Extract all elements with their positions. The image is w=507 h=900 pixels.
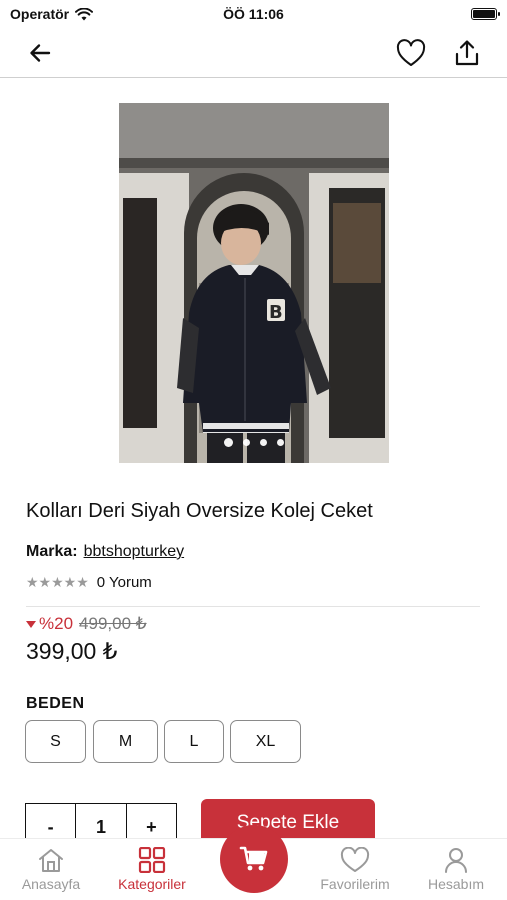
pager-dot[interactable] bbox=[243, 439, 250, 446]
tab-label: Kategoriler bbox=[118, 876, 186, 892]
rating-row[interactable]: ★★★★★ 0 Yorum bbox=[26, 574, 152, 591]
tab-label: Hesabım bbox=[427, 876, 485, 892]
status-bar: Operatör ÖÖ 11:06 bbox=[0, 0, 507, 28]
divider bbox=[26, 606, 480, 607]
review-count: 0 Yorum bbox=[96, 574, 152, 591]
tab-cart[interactable] bbox=[220, 825, 288, 893]
tab-label: Anasayfa bbox=[21, 876, 81, 892]
discount-row: %20 499,00 ₺ bbox=[26, 614, 147, 634]
product-photo: B bbox=[119, 103, 389, 463]
tab-favorites[interactable]: Favorilerim bbox=[305, 847, 405, 892]
discount-value: %20 bbox=[39, 614, 74, 633]
size-label: BEDEN bbox=[26, 695, 85, 712]
tab-account[interactable]: Hesabım bbox=[406, 847, 506, 892]
share-button[interactable] bbox=[451, 37, 483, 69]
size-option-xl[interactable]: XL bbox=[230, 720, 301, 763]
price: 399,00 ₺ bbox=[26, 638, 118, 664]
brand-link[interactable]: bbtshopturkey bbox=[84, 543, 185, 561]
star-rating-icon: ★★★★★ bbox=[26, 574, 89, 590]
heart-icon bbox=[340, 847, 370, 872]
old-price: 499,00 ₺ bbox=[79, 614, 147, 633]
tab-label: Favorilerim bbox=[320, 876, 390, 892]
svg-text:B: B bbox=[269, 302, 283, 323]
home-icon bbox=[39, 849, 63, 872]
pager-dot[interactable] bbox=[224, 438, 233, 447]
size-option-l[interactable]: L bbox=[164, 720, 224, 763]
brand-row: Marka: bbtshopturkey bbox=[26, 543, 184, 561]
tab-categories[interactable]: Kategoriler bbox=[102, 847, 202, 892]
battery-icon bbox=[471, 8, 500, 20]
heart-icon bbox=[396, 39, 426, 66]
grid-icon bbox=[138, 847, 166, 873]
user-icon bbox=[445, 848, 467, 873]
size-option-m[interactable]: M bbox=[93, 720, 158, 763]
share-icon bbox=[455, 40, 479, 66]
image-pager bbox=[119, 438, 389, 447]
pager-dot[interactable] bbox=[277, 439, 284, 446]
arrow-left-icon bbox=[30, 44, 51, 62]
pager-dot[interactable] bbox=[260, 439, 267, 446]
status-time: ÖÖ 11:06 bbox=[223, 6, 284, 22]
tab-home[interactable]: Anasayfa bbox=[1, 847, 101, 892]
nav-bar bbox=[0, 28, 507, 78]
favorite-button[interactable] bbox=[395, 37, 427, 69]
size-option-s[interactable]: S bbox=[25, 720, 86, 763]
tab-bar: Anasayfa Kategoriler Favorilerim Hesabım bbox=[0, 825, 507, 900]
back-button[interactable] bbox=[24, 37, 56, 69]
discount-badge: %20 bbox=[26, 614, 73, 634]
triangle-down-icon bbox=[26, 620, 36, 628]
product-title: Kolları Deri Siyah Oversize Kolej Ceket bbox=[26, 500, 373, 522]
product-image[interactable]: B bbox=[119, 103, 389, 463]
brand-label: Marka: bbox=[26, 543, 78, 560]
cart-icon bbox=[239, 846, 268, 871]
